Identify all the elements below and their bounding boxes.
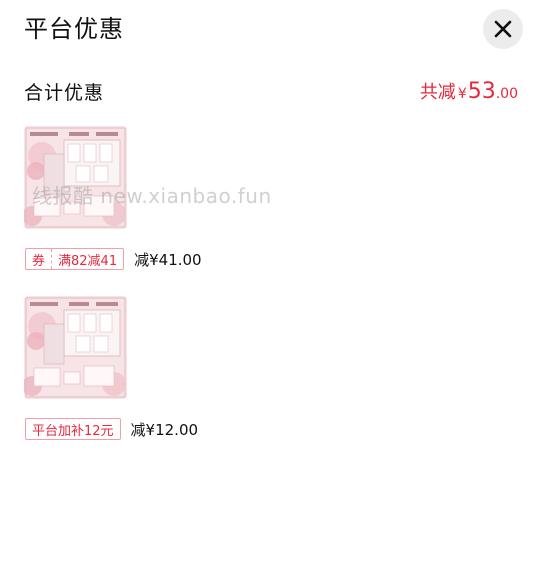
total-discount-decimal: .00 [495, 86, 518, 102]
watermark: 线报酷 new.xianbao.fun [32, 184, 272, 208]
page-title: 平台优惠 [24, 15, 124, 43]
coupon-tag-type: 券 [26, 249, 53, 269]
total-discount-amount: 共减 ¥ 53 .00 [420, 78, 518, 104]
coupon-tag-condition: 满82减41 [58, 253, 118, 269]
product-image[interactable] [24, 126, 127, 229]
close-icon [494, 20, 512, 38]
currency-symbol: ¥ [457, 86, 467, 102]
discount-amount: 减¥41.00 [134, 250, 202, 269]
total-discount-label: 合计优惠 [24, 81, 105, 104]
close-button[interactable] [483, 9, 523, 49]
coupon-tag: 券 满82减41 [25, 248, 125, 270]
discount-item: 券 满82减41 减¥41.00 [25, 247, 202, 271]
discount-amount: 减¥12.00 [130, 420, 199, 439]
subsidy-tag: 平台加补12元 [25, 418, 121, 440]
total-discount-integer: 53 [467, 79, 496, 104]
total-discount-prefix: 共减 [419, 82, 456, 103]
total-discount-row: 合计优惠 共减 ¥ 53 .00 [24, 76, 518, 106]
discount-item: 平台加补12元 减¥12.00 [25, 417, 198, 441]
product-image[interactable] [24, 296, 127, 399]
